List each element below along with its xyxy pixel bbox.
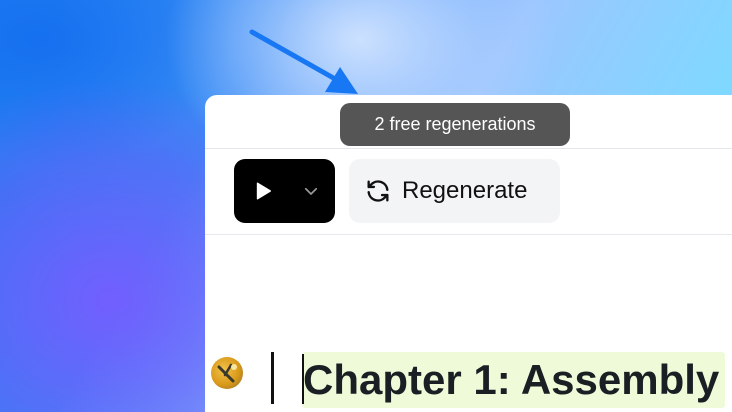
avatar [211, 357, 243, 389]
regenerate-button[interactable]: Regenerate [349, 159, 560, 223]
regenerations-tooltip: 2 free regenerations [340, 103, 570, 146]
play-icon [256, 182, 272, 200]
toolbar: Regenerate [205, 149, 732, 235]
regenerate-label: Regenerate [402, 177, 528, 204]
editor-line: Chapter 1: Assembly [0, 350, 732, 412]
play-button[interactable] [234, 159, 292, 223]
refresh-icon [364, 177, 392, 205]
play-options-dropdown[interactable] [292, 159, 330, 223]
chapter-heading[interactable]: Chapter 1: Assembly [303, 352, 719, 408]
chevron-down-icon [304, 187, 318, 195]
block-drag-handle[interactable] [271, 352, 274, 404]
avatar-image-icon [217, 363, 237, 383]
play-split-button [234, 159, 335, 223]
pointer-arrow-icon [249, 29, 358, 94]
